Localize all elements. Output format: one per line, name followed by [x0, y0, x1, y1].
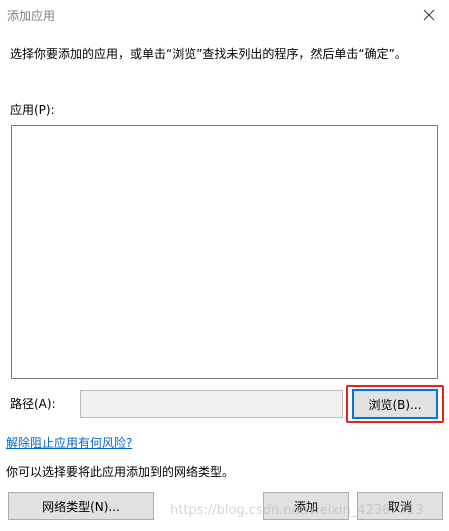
browse-button[interactable]: 浏览(B)...: [352, 389, 438, 419]
path-label: 路径(A):: [10, 397, 56, 411]
close-icon: [423, 9, 435, 21]
instruction-text: 选择你要添加的应用，或单击“浏览”查找未列出的程序，然后单击“确定”。: [10, 47, 407, 61]
cancel-button[interactable]: 取消: [357, 492, 443, 520]
network-types-button[interactable]: 网络类型(N)...: [8, 492, 154, 520]
add-button[interactable]: 添加: [263, 492, 349, 520]
apps-label: 应用(P):: [10, 103, 55, 117]
app-list[interactable]: [11, 125, 438, 379]
window-title: 添加应用: [7, 9, 56, 23]
risk-link[interactable]: 解除阻止应用有何风险?: [6, 434, 132, 451]
network-info-text: 你可以选择要将此应用添加到的网络类型。: [6, 465, 235, 479]
close-button[interactable]: [409, 0, 449, 30]
path-input[interactable]: [80, 390, 343, 418]
title-bar: 添加应用: [0, 0, 449, 30]
